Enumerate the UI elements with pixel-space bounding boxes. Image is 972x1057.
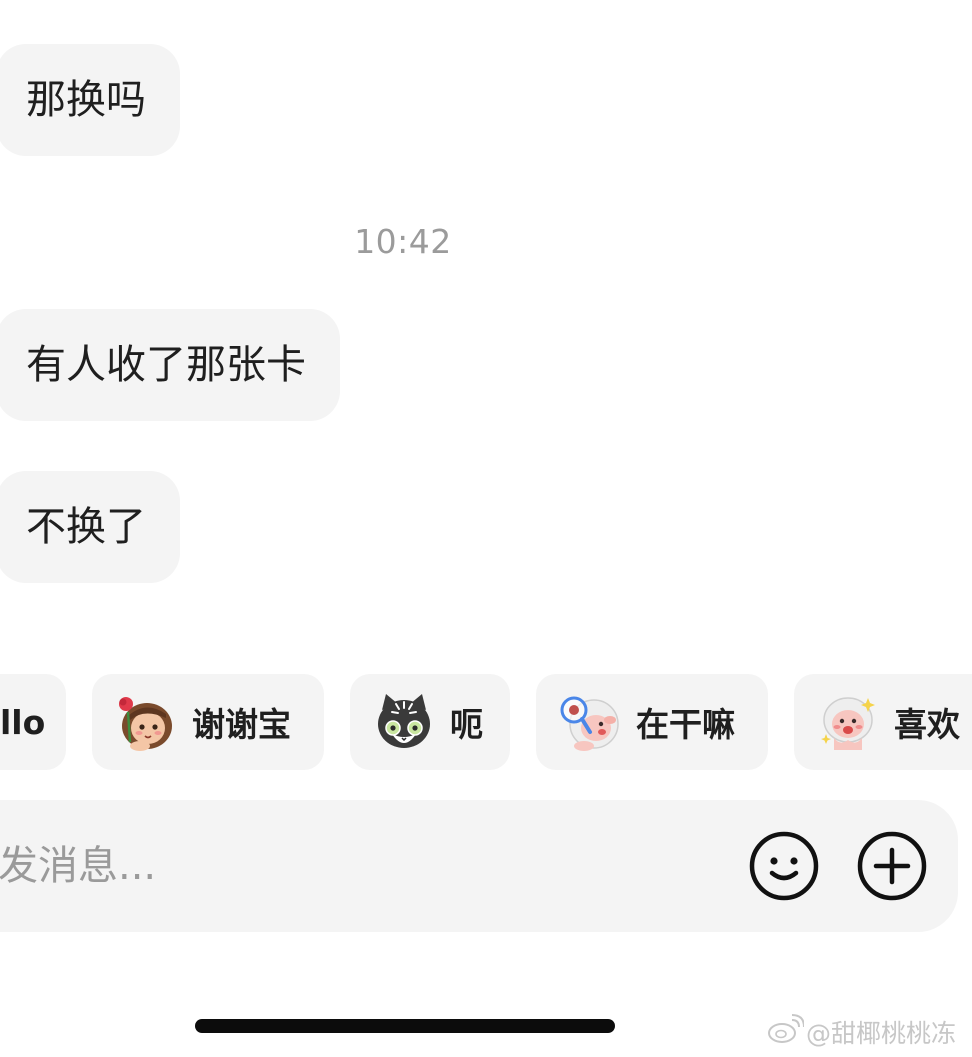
message-bubble[interactable]: 那换吗 bbox=[0, 44, 180, 156]
message-timestamp: 10:42 bbox=[354, 222, 452, 261]
chat-screen: 那换吗 10:42 有人收了那张卡 不换了 llo 谢谢宝 呃 在干嘛 喜欢 发… bbox=[0, 0, 972, 1057]
message-text: 有人收了那张卡 bbox=[26, 342, 306, 388]
message-bubble[interactable]: 不换了 bbox=[0, 471, 180, 583]
black-cat-sticker bbox=[372, 690, 436, 754]
sheep-magnifier-sticker bbox=[558, 690, 622, 754]
watermark: @甜椰桃桃冻 bbox=[766, 1014, 956, 1050]
weibo-logo-icon bbox=[766, 1014, 806, 1050]
quick-reply-chip[interactable]: 在干嘛 bbox=[536, 674, 768, 770]
quick-reply-chip[interactable]: 呃 bbox=[350, 674, 510, 770]
message-bubble[interactable]: 有人收了那张卡 bbox=[0, 309, 340, 421]
message-text: 不换了 bbox=[26, 504, 146, 550]
quick-reply-chip[interactable]: llo bbox=[0, 674, 66, 770]
quick-reply-chip[interactable]: 喜欢 bbox=[794, 674, 972, 770]
quick-reply-label: 呃 bbox=[450, 705, 483, 744]
quick-reply-label: llo bbox=[0, 702, 46, 742]
quick-reply-bar: llo 谢谢宝 呃 在干嘛 喜欢 bbox=[0, 674, 972, 770]
more-actions-button[interactable] bbox=[856, 830, 928, 902]
emoji-button[interactable] bbox=[748, 830, 820, 902]
quick-reply-chip[interactable]: 谢谢宝 bbox=[92, 674, 324, 770]
message-composer bbox=[0, 800, 958, 932]
home-indicator[interactable] bbox=[195, 1019, 615, 1033]
quick-reply-label: 谢谢宝 bbox=[192, 705, 291, 744]
message-text: 那换吗 bbox=[26, 77, 146, 123]
girl-holding-rose-sticker bbox=[114, 690, 178, 754]
plus-circle-icon bbox=[856, 830, 928, 902]
smiley-face-icon bbox=[748, 830, 820, 902]
message-input[interactable] bbox=[0, 800, 678, 932]
sheep-sparkle-sticker bbox=[816, 690, 880, 754]
quick-reply-label: 喜欢 bbox=[894, 705, 960, 744]
quick-reply-label: 在干嘛 bbox=[636, 705, 735, 744]
watermark-text: @甜椰桃桃冻 bbox=[806, 1019, 957, 1048]
